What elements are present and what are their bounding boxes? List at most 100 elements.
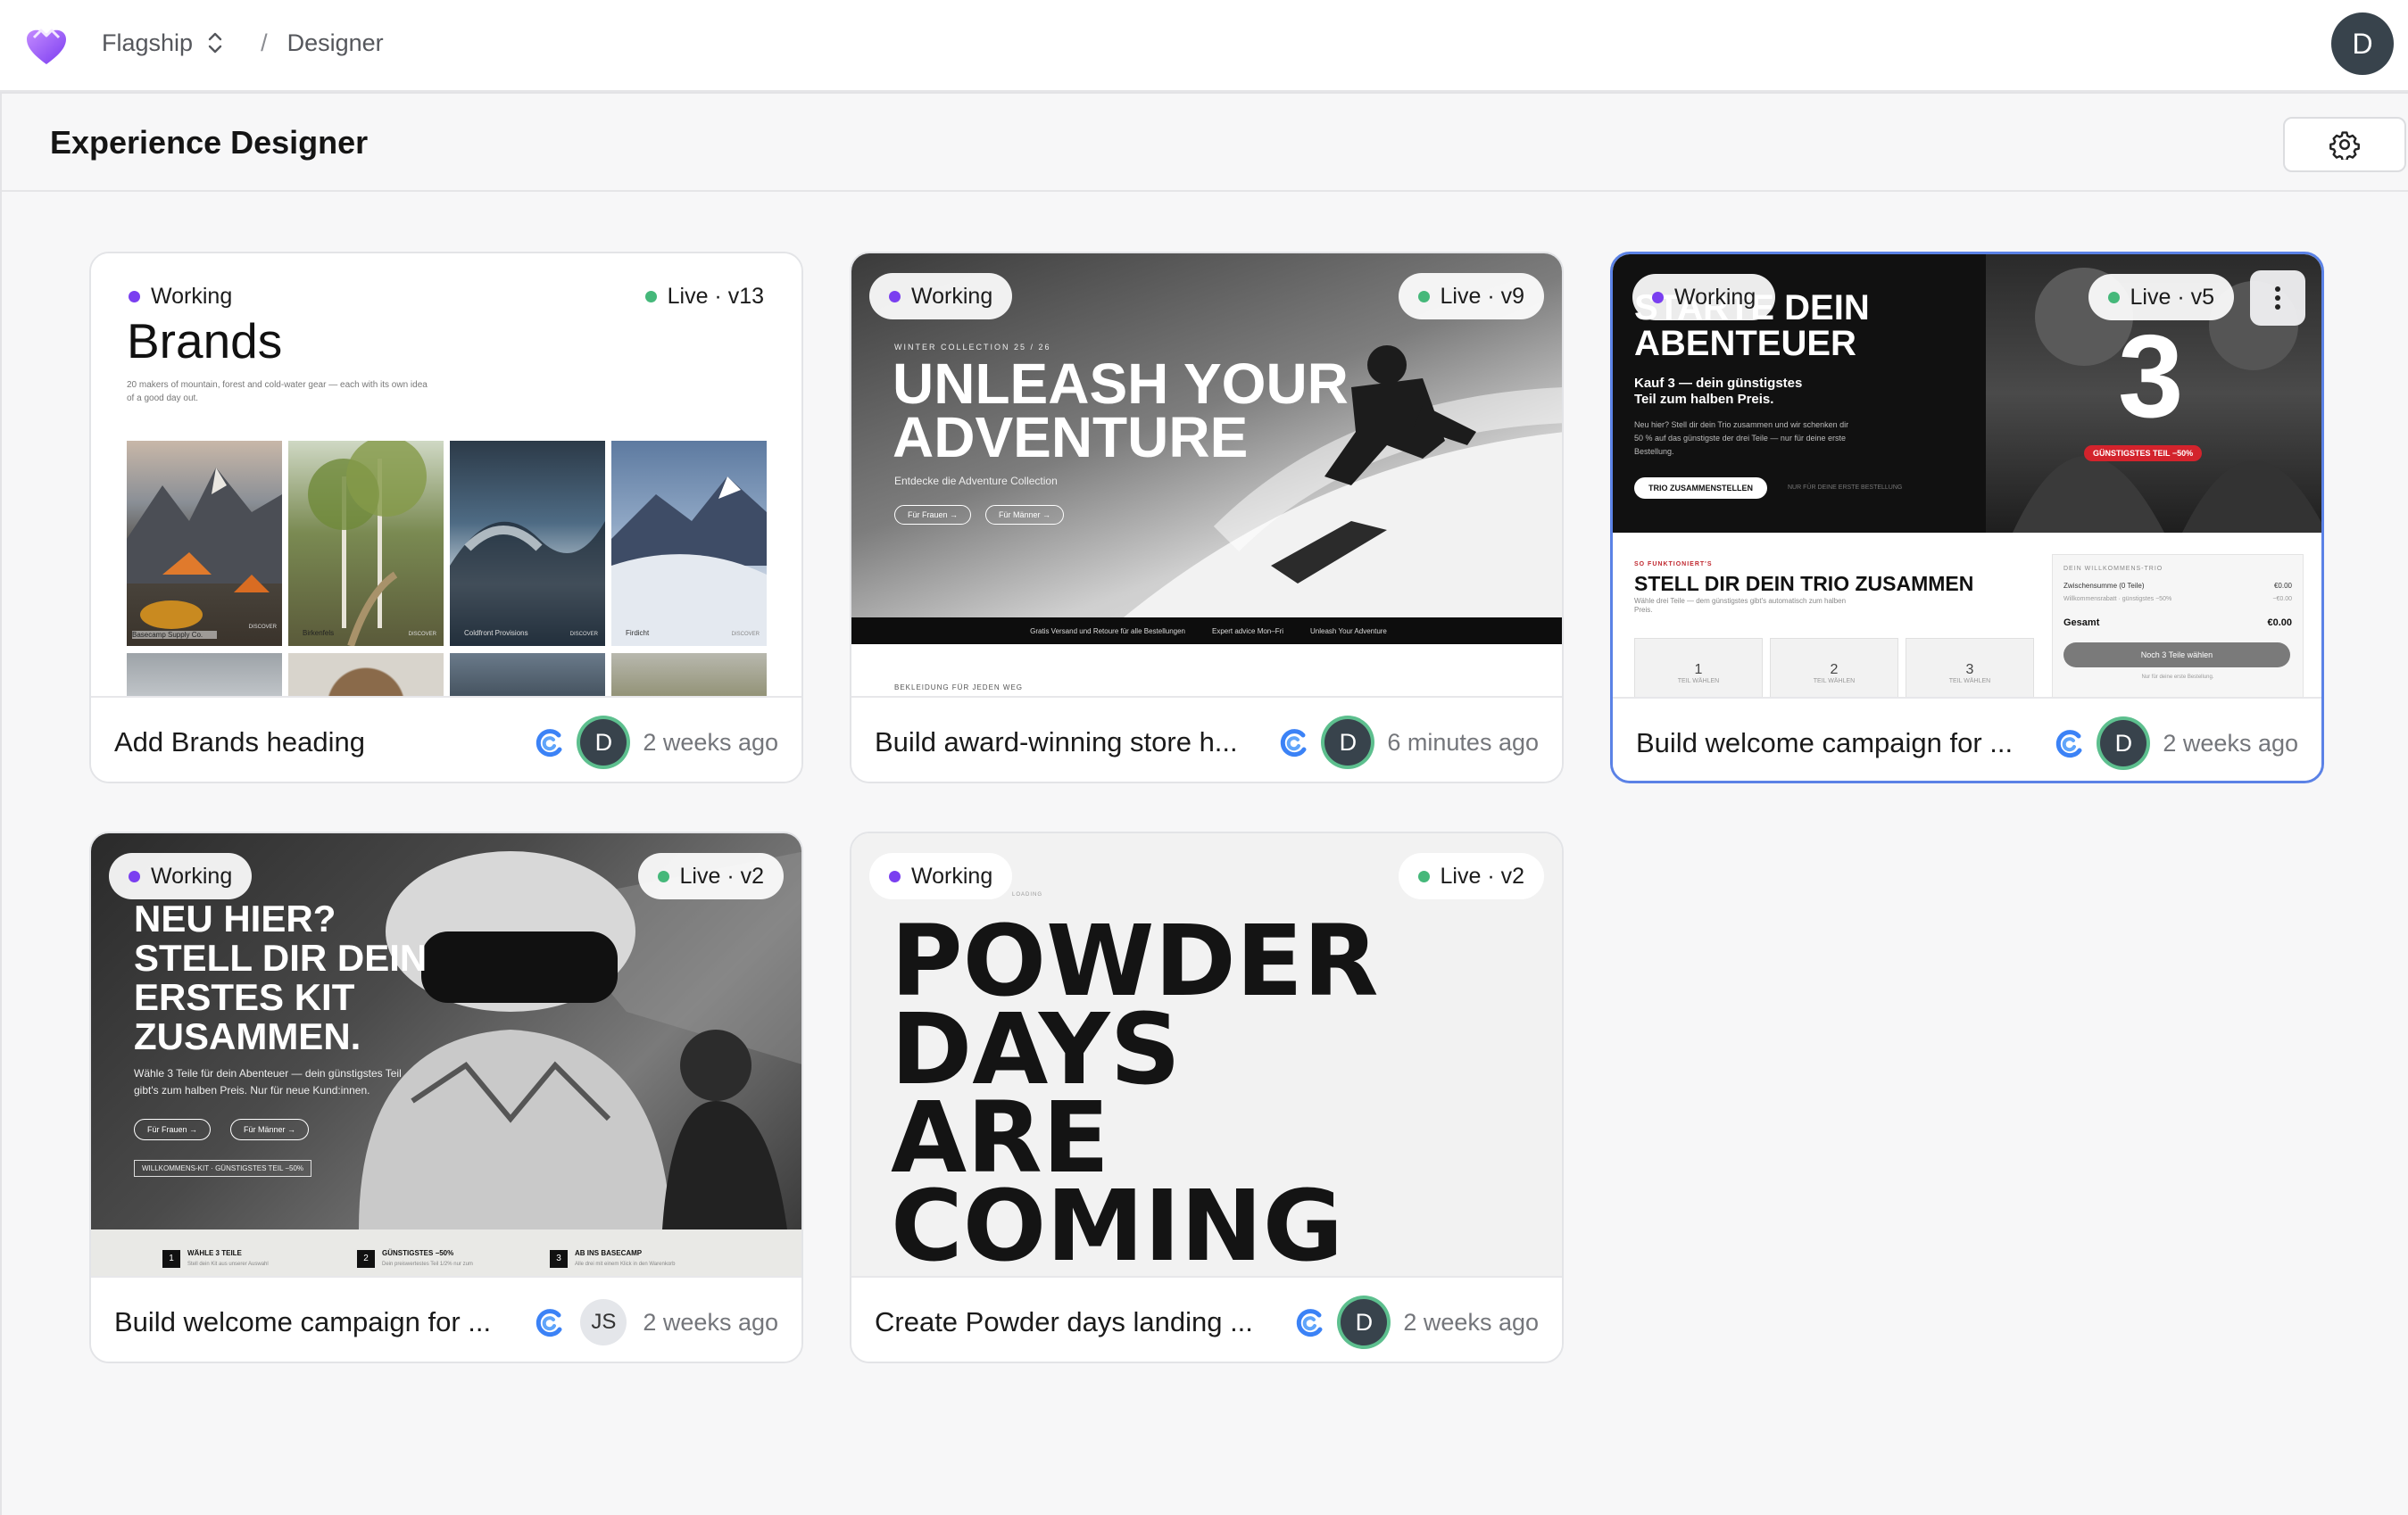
live-badge: Live · v13 — [625, 273, 784, 319]
women-button: Für Frauen → — [894, 505, 972, 525]
settings-button[interactable] — [2283, 117, 2406, 172]
project-switcher[interactable]: Flagship — [102, 29, 225, 57]
updated-time: 2 weeks ago — [2163, 729, 2298, 757]
summary-box: DEIN WILLKOMMENS-TRIO Zwischensumme (0 T… — [2052, 554, 2304, 697]
flagship-logo-icon[interactable] — [21, 20, 71, 70]
status-label: Working — [151, 283, 233, 309]
subtotal-value: €0.00 — [2273, 582, 2292, 590]
agent-swirl-icon — [1297, 1309, 1323, 1337]
experience-card[interactable]: LOADING POWDER DAYS ARE COMING Working L… — [850, 832, 1564, 1363]
card-title[interactable]: Build welcome campaign for ... — [114, 1306, 491, 1338]
brand-tile: Birkenfels DISCOVER — [288, 441, 444, 646]
status-label: Working — [911, 863, 993, 889]
card-title[interactable]: Add Brands heading — [114, 726, 365, 758]
kit-headline-line: NEU HIER? — [134, 898, 336, 940]
brand-tile — [450, 653, 605, 696]
experience-card[interactable]: STARTE DEIN ABENTEUER Kauf 3 — dein güns… — [1610, 252, 2324, 783]
live-badge: Live · v9 — [1398, 273, 1544, 319]
tile-label: Basecamp Supply Co. — [132, 631, 217, 639]
step-number: 3 — [550, 1250, 568, 1268]
slot-number: 1 — [1694, 662, 1703, 677]
preview-heading: Brands — [127, 313, 283, 368]
live-label: Live · v9 — [1440, 283, 1524, 309]
kit-headline-line: STELL DIR DEIN — [134, 937, 428, 979]
card-menu-button[interactable] — [2250, 270, 2305, 326]
tile-label: Coldfront Provisions — [464, 629, 528, 637]
live-label: Live · v2 — [1440, 863, 1524, 889]
brand-tile — [127, 653, 282, 696]
status-badge: Working — [109, 853, 253, 899]
total-label: Gesamt — [2063, 617, 2100, 628]
live-label: Live · v13 — [667, 283, 764, 309]
hero-eyebrow: WINTER COLLECTION 25 / 26 — [894, 343, 1051, 352]
campaign-headline-line: ABENTEUER — [1634, 324, 1856, 363]
kit-headline-line: ERSTES KIT — [134, 976, 355, 1018]
kit-body: Wähle 3 Teile für dein Abenteuer — dein … — [134, 1067, 402, 1097]
user-avatar[interactable]: D — [2331, 12, 2394, 75]
card-title[interactable]: Create Powder days landing ... — [875, 1306, 1253, 1338]
slot-number: 2 — [1830, 662, 1839, 677]
kit-headline-line: ZUSAMMEN. — [134, 1015, 361, 1057]
card-title[interactable]: Build award-winning store h... — [875, 726, 1238, 758]
section-label: BEKLEIDUNG FÜR JEDEN WEG — [894, 683, 1024, 691]
author-avatar: D — [2100, 720, 2147, 766]
card-preview: STARTE DEIN ABENTEUER Kauf 3 — dein güns… — [1613, 254, 2321, 697]
strip-item: Gratis Versand und Retoure für alle Best… — [1030, 626, 1185, 635]
top-bar: Flagship / Designer D — [0, 0, 2408, 92]
discount-value: −€0.00 — [2272, 596, 2292, 602]
hero-headline-line: ADVENTURE — [893, 405, 1249, 469]
step-number: 1 — [162, 1250, 180, 1268]
live-label: Live · v2 — [679, 863, 764, 889]
status-label: Working — [1674, 284, 1756, 310]
live-dot — [1417, 290, 1430, 302]
hero-headline: UNLEASH YOUR ADVENTURE — [893, 355, 1349, 469]
breadcrumb-designer[interactable]: Designer — [287, 29, 384, 57]
card-footer: Create Powder days landing ... D 2 weeks… — [851, 1276, 1562, 1362]
live-badge: Live · v2 — [637, 853, 784, 899]
step: 3 AB INS BASECAMP Alle drei mit einem Kl… — [550, 1249, 676, 1268]
experience-card[interactable]: Brands 20 makers of mountain, forest and… — [89, 252, 803, 783]
strip-item: Expert advice Mon–Fri — [1212, 626, 1284, 635]
slot: 1 TEIL WÄHLEN — [1634, 638, 1763, 697]
powder-headline-line: COMING — [891, 1169, 1343, 1276]
status-dot — [889, 290, 901, 302]
steps-row: 1 WÄHLE 3 TEILE Stell dein Kit aus unser… — [91, 1229, 801, 1276]
step-number: 2 — [357, 1250, 375, 1268]
updated-time: 6 minutes ago — [1387, 728, 1539, 756]
status-badge: Working — [869, 273, 1013, 319]
author-avatar: JS — [580, 1299, 627, 1345]
status-badge: Working — [1632, 274, 1776, 320]
slot-label: TEIL WÄHLEN — [1677, 678, 1720, 684]
card-footer: Build welcome campaign for ... D 2 weeks… — [1613, 697, 2321, 781]
more-vertical-icon — [2275, 286, 2280, 310]
live-dot — [644, 290, 657, 302]
status-dot — [129, 870, 140, 882]
card-preview: LOADING POWDER DAYS ARE COMING Working L… — [851, 833, 1562, 1276]
experience-card[interactable]: NEU HIER? STELL DIR DEIN ERSTES KIT ZUSA… — [89, 832, 803, 1363]
summary-label: DEIN WILLKOMMENS-TRIO — [2063, 566, 2163, 572]
brand-tile — [611, 653, 767, 696]
women-button: Für Frauen → — [134, 1119, 212, 1140]
breadcrumb: Flagship / Designer — [102, 25, 384, 61]
discount-label: Willkommensrabatt · günstigstes −50% — [2063, 596, 2172, 602]
page-title: Experience Designer — [50, 124, 369, 161]
agent-swirl-icon — [536, 1309, 562, 1337]
powder-headline: POWDER DAYS ARE COMING — [891, 912, 1379, 1276]
brand-tile: Basecamp Supply Co. DISCOVER — [127, 441, 282, 646]
gear-icon — [2329, 131, 2360, 160]
status-label: Working — [911, 283, 993, 309]
breadcrumb-separator: / — [261, 29, 268, 56]
updated-time: 2 weeks ago — [643, 728, 778, 756]
live-badge: Live · v2 — [1398, 853, 1544, 899]
card-title[interactable]: Build welcome campaign for ... — [1636, 727, 2013, 759]
chevron-up-down-icon — [208, 32, 222, 54]
slot: 3 TEIL WÄHLEN — [1906, 638, 2034, 697]
status-dot — [889, 870, 901, 882]
step-sub: Dein preiswertestes Teil 1/2% nur zum — [382, 1262, 473, 1267]
step-title: GÜNSTIGSTES −50% — [382, 1249, 454, 1257]
status-badge: Working — [109, 273, 253, 319]
step: 2 GÜNSTIGSTES −50% Dein preiswertestes T… — [357, 1249, 473, 1268]
summary-button: Noch 3 Teile wählen — [2063, 642, 2290, 667]
experience-card[interactable]: WINTER COLLECTION 25 / 26 UNLEASH YOUR A… — [850, 252, 1564, 783]
men-button: Für Männer → — [230, 1119, 310, 1140]
